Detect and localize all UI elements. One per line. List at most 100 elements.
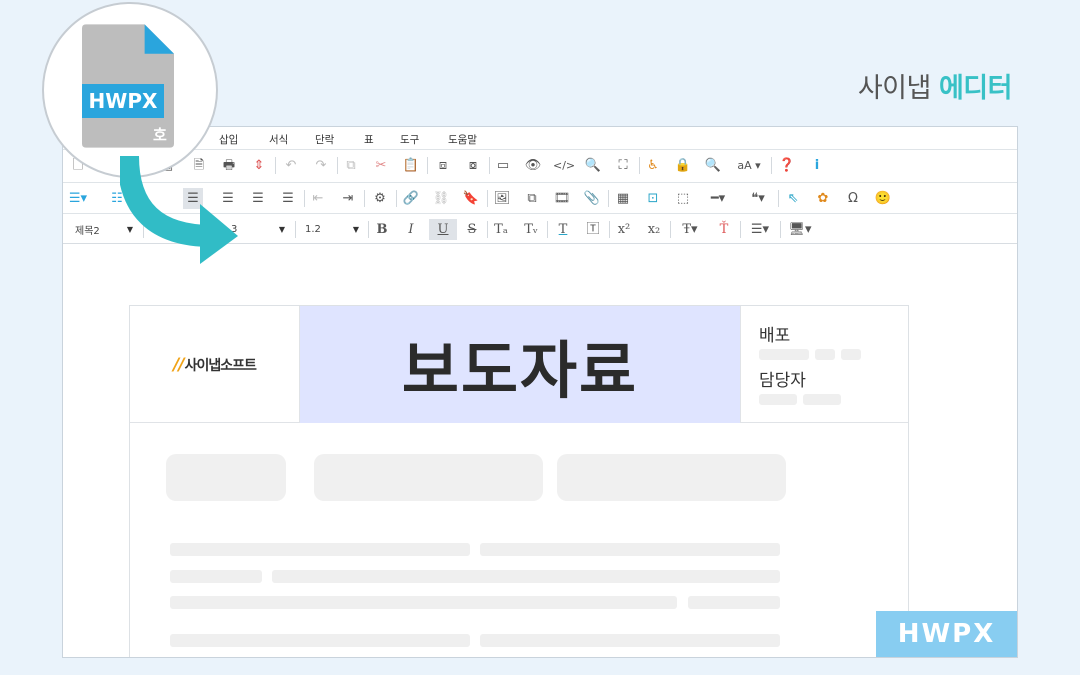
info-cell: 배포 담당자 (740, 306, 909, 423)
clear-format-icon[interactable]: Ť (714, 219, 734, 240)
search-icon[interactable]: 🔍 (703, 155, 723, 176)
separator (295, 221, 296, 238)
separator (487, 221, 488, 238)
paragraph-settings-icon[interactable]: ⚙ (370, 188, 390, 209)
paste-special-icon[interactable]: ⧈ (433, 155, 453, 176)
separator (608, 190, 609, 207)
chevron-down-icon: ▼ (278, 225, 285, 234)
separator (740, 221, 741, 238)
placeholder-line (170, 634, 470, 647)
accessibility-icon[interactable]: ♿ (643, 155, 663, 176)
paste-format-icon[interactable]: ⧇ (463, 155, 483, 176)
find-doc-icon[interactable]: 🔍 (583, 155, 603, 176)
brand-accent: 에디터 (938, 73, 1013, 104)
justify-icon[interactable]: ☰ (278, 188, 298, 209)
placeholder-bar (803, 394, 841, 405)
paste-icon[interactable]: 📋 (401, 155, 421, 176)
highlight-icon[interactable]: 🅃 (583, 219, 603, 240)
help-icon[interactable]: ❓ (777, 155, 797, 176)
font-size-down-icon[interactable]: Tᵥ (521, 219, 541, 240)
bold-icon[interactable]: B (372, 219, 392, 240)
convert-arrow-icon (120, 155, 238, 264)
special-shape-icon[interactable]: ✿ (813, 188, 833, 209)
info-icon[interactable]: i (807, 155, 827, 176)
view-icon[interactable]: 👁 (523, 155, 543, 176)
placeholder-block (314, 454, 543, 501)
menu-table[interactable]: 표 (364, 132, 374, 147)
page-break-icon[interactable]: ⇕ (249, 155, 269, 176)
font-size-up-icon[interactable]: Tₐ (491, 219, 511, 240)
logo-mark-icon: // (173, 354, 184, 375)
placeholder-block (166, 454, 286, 501)
separator (364, 190, 365, 207)
cut-icon[interactable]: ✂ (371, 155, 391, 176)
unlink-icon[interactable]: ⛓ (431, 188, 451, 209)
separator (368, 221, 369, 238)
document-title: 보도자료 (300, 306, 740, 423)
lock-icon[interactable]: 🔒 (673, 155, 693, 176)
file-type-label: HWPX (82, 84, 164, 118)
redo-icon[interactable]: ↷ (311, 155, 331, 176)
menu-paragraph[interactable]: 단락 (315, 132, 334, 147)
undo-icon[interactable]: ↶ (281, 155, 301, 176)
horizontal-rule-icon[interactable]: ━▾ (703, 188, 733, 209)
text-effect-icon[interactable]: Ŧ▾ (675, 219, 705, 240)
indent-icon[interactable]: ⇥ (338, 188, 358, 209)
emoji-icon[interactable]: 🙂 (873, 188, 893, 209)
separator (427, 157, 428, 174)
style-select-value: 제목2 (75, 226, 100, 237)
menu-tools[interactable]: 도구 (400, 132, 419, 147)
monitor-icon[interactable]: 🖥▾ (785, 219, 815, 240)
select-icon[interactable]: ⇖ (783, 188, 803, 209)
format-painter-icon[interactable]: ☰▾ (745, 219, 775, 240)
release-label: 배포 (759, 326, 791, 346)
underline-icon[interactable]: U (429, 219, 457, 240)
insert-box-icon[interactable]: ⊡ (643, 188, 663, 209)
placeholder-line (170, 570, 262, 583)
separator (396, 190, 397, 207)
layer-icon[interactable]: ⬚ (673, 188, 693, 209)
placeholder-line (688, 596, 780, 609)
source-code-icon[interactable]: </> (553, 155, 575, 176)
align-right-icon[interactable]: ☰ (248, 188, 268, 209)
separator (547, 221, 548, 238)
fullscreen-icon[interactable]: ⛶ (613, 155, 633, 176)
logo-cell: // 사이냅소프트 (130, 306, 300, 423)
separator (487, 190, 488, 207)
bullet-list-icon[interactable]: ☰▾ (68, 188, 88, 209)
separator (275, 157, 276, 174)
placeholder-block (557, 454, 786, 501)
quote-icon[interactable]: ❝▾ (743, 188, 773, 209)
outdent-icon[interactable]: ⇤ (308, 188, 328, 209)
text-style-button[interactable]: aA ▾ (733, 155, 765, 176)
chevron-down-icon: ▼ (352, 225, 359, 234)
separator (670, 221, 671, 238)
link-icon[interactable]: 🔗 (401, 188, 421, 209)
table-icon[interactable]: ▦ (613, 188, 633, 209)
contact-label: 담당자 (759, 371, 806, 391)
strikethrough-icon[interactable]: S (462, 219, 482, 240)
menu-insert[interactable]: 삽입 (219, 132, 238, 147)
subscript-icon[interactable]: x₂ (644, 219, 664, 240)
ruler-icon[interactable]: ▭ (493, 155, 513, 176)
hwp-glyph: 호 (153, 126, 167, 144)
italic-icon[interactable]: I (401, 219, 421, 240)
menu-format[interactable]: 서식 (269, 132, 288, 147)
video-icon[interactable]: 🎞 (552, 188, 572, 209)
separator (304, 190, 305, 207)
brand-name: 사이냅 (857, 73, 932, 104)
copy-icon[interactable]: ⧉ (341, 155, 361, 176)
bookmark-icon[interactable]: 🔖 (461, 188, 481, 209)
text-color-icon[interactable]: T (553, 219, 573, 240)
menu-help[interactable]: 도움말 (448, 132, 477, 147)
image-icon[interactable]: 🖼 (492, 188, 512, 209)
document-page[interactable]: // 사이냅소프트 보도자료 배포 담당자 (129, 305, 909, 657)
attachment-icon[interactable]: 📎 (582, 188, 602, 209)
omega-icon[interactable]: Ω (843, 188, 863, 209)
brand-title: 사이냅 에디터 (857, 66, 1013, 105)
superscript-icon[interactable]: x² (614, 219, 634, 240)
separator (780, 221, 781, 238)
placeholder-line (170, 596, 677, 609)
line-height-select[interactable]: 1.2 ▼ (305, 220, 363, 239)
shape-icon[interactable]: ⧉ (522, 188, 542, 209)
